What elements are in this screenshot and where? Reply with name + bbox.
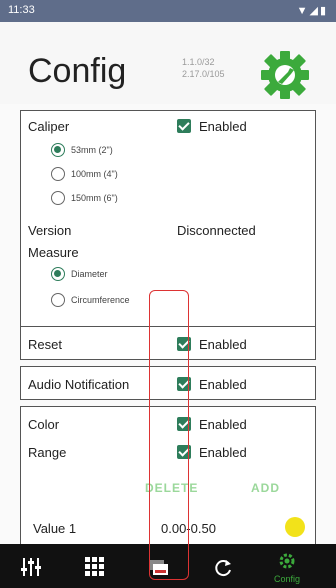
caliper-option-53mm-label: 53mm (2") bbox=[71, 145, 113, 155]
delete-button[interactable]: DELETE bbox=[145, 481, 198, 495]
caliper-option-150mm-label: 150mm (6") bbox=[71, 193, 118, 203]
firmware-version: 2.17.0/105 bbox=[182, 69, 225, 79]
color-enabled-checkbox[interactable] bbox=[177, 417, 191, 431]
nav-files[interactable] bbox=[134, 544, 184, 588]
caliper-option-53mm[interactable] bbox=[51, 143, 65, 157]
measure-option-diameter[interactable] bbox=[51, 267, 65, 281]
status-icons: ▼◢▮ bbox=[296, 5, 328, 17]
header: Config 1.1.0/32 2.17.0/105 bbox=[0, 22, 336, 104]
audio-label: Audio Notification bbox=[28, 377, 130, 392]
reset-section: Reset Enabled bbox=[20, 326, 316, 360]
measure-label: Measure bbox=[28, 245, 79, 260]
add-button[interactable]: ADD bbox=[251, 481, 280, 495]
reset-enabled-checkbox[interactable] bbox=[177, 337, 191, 351]
folders-icon bbox=[150, 560, 168, 575]
range-label: Range bbox=[28, 445, 67, 460]
bottom-navigation: Config bbox=[0, 544, 336, 588]
range-enabled-checkbox[interactable] bbox=[177, 445, 191, 459]
caliper-option-100mm-label: 100mm (4") bbox=[71, 169, 118, 179]
nav-config[interactable]: Config bbox=[262, 544, 312, 588]
audio-section: Audio Notification Enabled bbox=[20, 366, 316, 400]
version-info: 1.1.0/32 2.17.0/105 bbox=[182, 56, 225, 80]
caliper-enabled-label: Enabled bbox=[199, 119, 247, 134]
caliper-option-150mm[interactable] bbox=[51, 191, 65, 205]
refresh-icon bbox=[215, 560, 231, 577]
app-version: 1.1.0/32 bbox=[182, 57, 215, 67]
caliper-option-100mm[interactable] bbox=[51, 167, 65, 181]
value-range[interactable]: 0.00-0.50 bbox=[161, 521, 216, 536]
audio-enabled-label: Enabled bbox=[199, 377, 247, 392]
nav-config-label: Config bbox=[274, 574, 301, 584]
color-enabled-label: Enabled bbox=[199, 417, 247, 432]
reset-label: Reset bbox=[28, 337, 62, 352]
measure-option-circumference-label: Circumference bbox=[71, 295, 130, 305]
range-enabled-label: Enabled bbox=[199, 445, 247, 460]
value-label: Value 1 bbox=[33, 521, 77, 536]
color-label: Color bbox=[28, 417, 60, 432]
nav-tuning[interactable] bbox=[6, 544, 56, 588]
config-gear-icon bbox=[279, 553, 295, 569]
caliper-label: Caliper bbox=[28, 119, 70, 134]
caliper-enabled-checkbox[interactable] bbox=[177, 119, 191, 133]
status-time: 11:33 bbox=[8, 4, 35, 16]
measure-option-circumference[interactable] bbox=[51, 293, 65, 307]
sliders-icon bbox=[21, 558, 41, 576]
status-bar: 11:33 ▼◢▮ bbox=[0, 0, 336, 22]
settings-gear-icon bbox=[261, 51, 309, 99]
audio-enabled-checkbox[interactable] bbox=[177, 377, 191, 391]
version-label: Version bbox=[28, 223, 72, 238]
measure-option-diameter-label: Diameter bbox=[71, 269, 108, 279]
version-status: Disconnected bbox=[177, 223, 256, 238]
grid-icon bbox=[85, 557, 104, 576]
color-section: Color Enabled Range Enabled DELETE ADD V… bbox=[20, 406, 316, 544]
caliper-section: Caliper Enabled 53mm (2") 100mm (4") 150… bbox=[20, 110, 316, 334]
page-title: Config bbox=[28, 52, 127, 90]
color-swatch[interactable] bbox=[285, 517, 305, 537]
reset-enabled-label: Enabled bbox=[199, 337, 247, 352]
nav-grid[interactable] bbox=[70, 544, 120, 588]
nav-sync[interactable] bbox=[198, 544, 248, 588]
